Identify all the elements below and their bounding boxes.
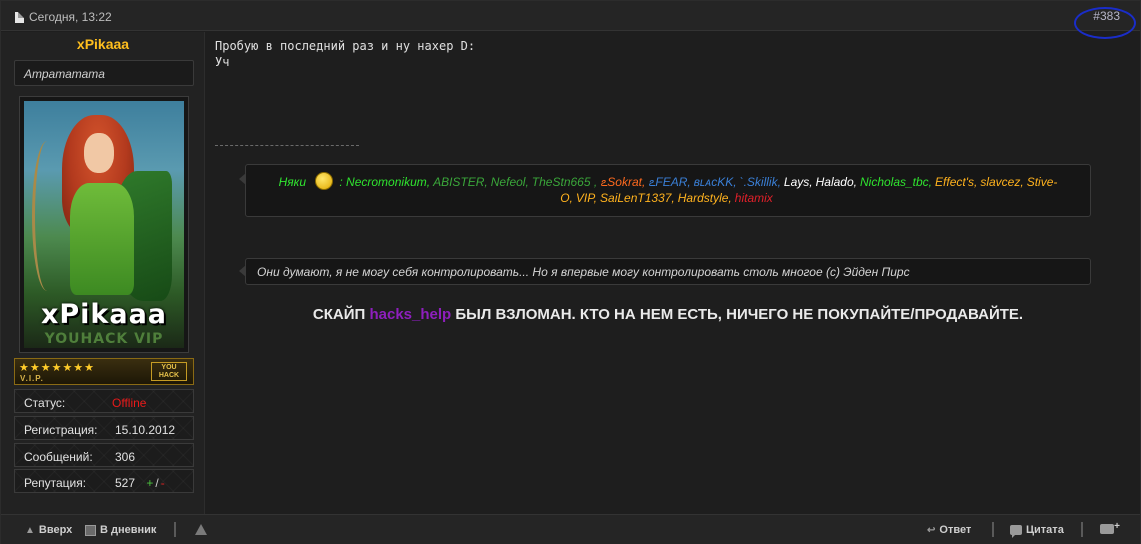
alert-text: БЫЛ ВЗЛОМАН. КТО НА НЕМ ЕСТЬ, НИЧЕГО НЕ …	[455, 306, 1024, 323]
thanks-name: Nefeol,	[490, 175, 529, 189]
reputation-plus-button[interactable]: +	[146, 476, 153, 490]
message-line: Уч	[215, 55, 230, 69]
vip-label: V.I.P.	[20, 374, 44, 383]
signature-quote: Они думают, я не могу себя контролироват…	[239, 258, 1091, 285]
thanks-name: ఽSokrat,	[600, 175, 646, 189]
signature-divider	[215, 145, 359, 146]
thanks-name: ఽFEAR,	[648, 175, 691, 189]
thanks-name: Hardstyle,	[677, 191, 732, 205]
message-line: Пробую в последний раз и ну нахер D:	[215, 39, 476, 53]
add-to-diary-button[interactable]: В дневник	[85, 524, 156, 536]
stat-label: Статус:	[24, 396, 66, 410]
quote-bubble-icon	[1010, 525, 1022, 538]
thanks-name: TheStn665 ,	[531, 175, 598, 189]
stat-messages: Сообщений: 306	[14, 443, 194, 467]
post-footer: ▲ Вверх В дневник ↩ Ответ Цитата	[1, 514, 1140, 544]
signature-thanks-box: Няки : Necromonikum, ABISTER, Nefeol, TheSt…	[239, 164, 1091, 217]
signature-alert: СКАЙП hacks_help БЫЛ ВЗЛОМАН. КТО НА НЕМ…	[215, 306, 1121, 323]
post-date: Сегодня, 13:22	[15, 10, 112, 24]
post-header: Сегодня, 13:22 #383	[1, 1, 1140, 39]
avatar-subtitle: YOUHACK VIP	[44, 331, 164, 347]
reply-arrow-icon: ↩	[927, 524, 936, 536]
footer-divider	[992, 522, 994, 537]
reply-label: Ответ	[939, 524, 972, 536]
report-button[interactable]	[195, 524, 207, 535]
thanks-name: hitamix	[734, 191, 773, 205]
scroll-top-button[interactable]: ▲ Вверх	[25, 524, 72, 536]
thanks-name: ABISTER,	[433, 175, 488, 189]
youhack-logo: YOU HACK	[151, 362, 187, 381]
add-to-diary-label: В дневник	[100, 524, 157, 536]
reputation-separator: /	[155, 476, 159, 490]
document-icon	[15, 11, 24, 23]
scroll-top-label: Вверх	[38, 524, 73, 536]
thanks-name: : Necromonikum,	[339, 175, 431, 189]
diary-icon	[85, 524, 96, 536]
avatar[interactable]: xPikaaa YOUHACK VIP	[19, 96, 189, 353]
quote-label: Цитата	[1026, 524, 1064, 536]
arrow-up-icon: ▲	[25, 524, 35, 536]
user-title: Атратататa	[14, 60, 194, 86]
alert-text: СКАЙП	[312, 306, 366, 323]
thanks-name: ʙʟᴀᴄKK,	[693, 175, 737, 189]
messages-value: 306	[115, 450, 136, 464]
vip-rank-badge: ★★★★★★★ V.I.P. YOU HACK	[14, 358, 194, 385]
reply-button[interactable]: ↩ Ответ	[927, 524, 971, 536]
reputation-minus-button[interactable]: -	[161, 476, 165, 490]
thanks-name: SaiLenT1337,	[600, 191, 675, 205]
post-date-text: Сегодня, 13:22	[29, 10, 112, 24]
thanks-names-list: : Necromonikum, ABISTER, Nefeol, TheStn665 …	[339, 175, 1057, 205]
reputation-value-group: 527 + / -	[115, 476, 165, 490]
message-body: Пробую в последний раз и ну нахер D: Уч	[215, 38, 1115, 70]
registration-value: 15.10.2012	[115, 423, 176, 437]
username-link[interactable]: xPikaaa	[1, 36, 205, 52]
footer-divider	[174, 522, 176, 537]
multi-quote-button[interactable]	[1100, 521, 1120, 534]
thanks-label: Няки	[278, 175, 307, 189]
star-icons: ★★★★★★★	[19, 362, 96, 374]
reputation-value: 527	[115, 476, 136, 490]
status-value: Offline	[112, 396, 147, 410]
warning-icon	[195, 524, 207, 535]
stat-registration: Регистрация: 15.10.2012	[14, 416, 194, 440]
avatar-image: xPikaaa YOUHACK VIP	[24, 101, 184, 348]
thanks-name: Halado,	[815, 175, 857, 189]
footer-divider	[1081, 522, 1083, 537]
thanks-name: Effect's,	[935, 175, 978, 189]
quote-button[interactable]: Цитата	[1010, 524, 1064, 538]
thanks-name: `.Skillik,	[739, 175, 781, 189]
smiley-icon	[315, 172, 334, 190]
stat-label: Регистрация:	[24, 423, 98, 437]
stat-reputation: Репутация: 527 + / -	[14, 469, 194, 493]
avatar-nameplate: xPikaaa	[40, 299, 168, 330]
thanks-name: VIP,	[575, 191, 598, 205]
annotation-circle	[1074, 7, 1136, 39]
thanks-name: slavcez,	[980, 175, 1024, 189]
alert-highlight: hacks_help	[369, 306, 452, 323]
stat-label: Репутация:	[24, 476, 87, 490]
user-panel: xPikaaa Атратататa xPikaaa YOUHACK VIP ★…	[1, 32, 205, 514]
stat-status: Статус: Offline	[14, 389, 194, 413]
multi-quote-icon	[1100, 521, 1120, 534]
stat-label: Сообщений:	[24, 450, 93, 464]
forum-post: Сегодня, 13:22 #383 xPikaaa Атратататa x…	[0, 0, 1141, 544]
thanks-name: Nicholas_tbc,	[859, 175, 933, 189]
thanks-name: Lays,	[783, 175, 813, 189]
